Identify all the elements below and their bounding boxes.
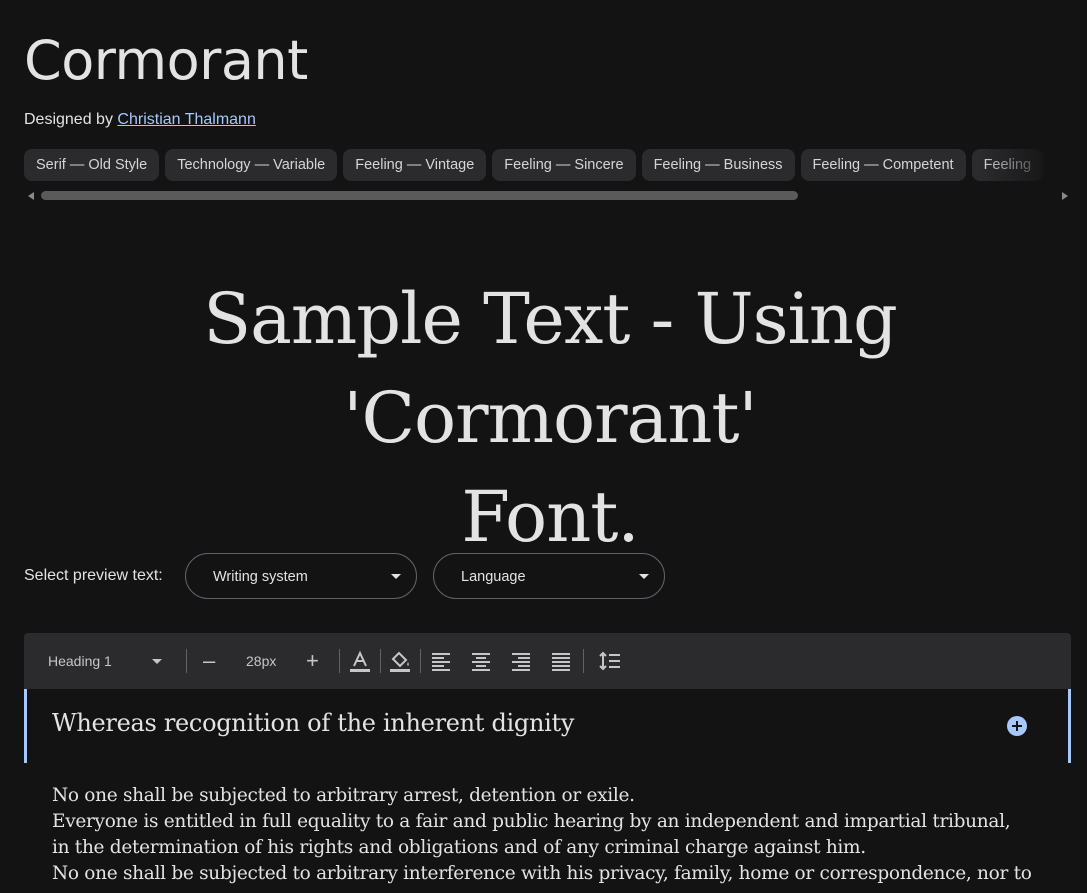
editor-heading-block[interactable]: Whereas recognition of the inherent dign… <box>24 689 1071 763</box>
line-height-icon[interactable] <box>598 649 622 673</box>
toolbar-divider <box>380 649 381 673</box>
align-justify-icon[interactable] <box>549 649 573 673</box>
toolbar-divider <box>583 649 584 673</box>
editor-body[interactable]: No one shall be subjected to arbitrary a… <box>52 783 1052 887</box>
editor-body-line: No one shall be subjected to arbitrary i… <box>52 863 1032 884</box>
tag-chip[interactable]: Technology — Variable <box>165 149 338 181</box>
editor-heading[interactable]: Whereas recognition of the inherent dign… <box>52 709 574 737</box>
editor-body-line: Everyone is entitled in full equality to… <box>52 811 1011 832</box>
editor-body-line: No one shall be subjected to arbitrary a… <box>52 785 635 806</box>
sample-text: Sample Text - Using 'Cormorant' Font. <box>0 270 1087 567</box>
font-size-value: 28px <box>246 653 277 669</box>
tag-chip[interactable]: Serif — Old Style <box>24 149 160 181</box>
chevron-down-icon <box>391 574 401 579</box>
add-circle-icon[interactable] <box>1006 715 1028 737</box>
increase-size-button[interactable]: + <box>306 633 319 689</box>
chevron-down-icon <box>639 574 649 579</box>
highlight-color-icon[interactable] <box>388 649 412 673</box>
align-left-icon[interactable] <box>429 649 453 673</box>
tag-chip[interactable]: Feeling — Vintage <box>343 149 487 181</box>
editor-toolbar: Heading 1 – 28px + <box>24 633 1071 689</box>
scroll-right-arrow-icon[interactable] <box>1062 192 1068 200</box>
tag-chip[interactable]: Feeling — Business <box>641 149 795 181</box>
chevron-down-icon[interactable] <box>152 659 162 664</box>
editor-body-line: in the determination of his rights and o… <box>52 837 866 858</box>
tag-chip[interactable]: Feeling — Competent <box>800 149 966 181</box>
preview-label: Select preview text: <box>24 567 163 584</box>
sample-text-line-1: Sample Text - Using 'Cormorant' <box>203 278 898 459</box>
writing-system-select[interactable]: Writing system <box>185 553 417 599</box>
tag-chip[interactable]: Feeling — Sincere <box>492 149 636 181</box>
font-title: Cormorant <box>24 29 308 92</box>
scroll-thumb[interactable] <box>41 191 798 200</box>
align-center-icon[interactable] <box>469 649 493 673</box>
decrease-size-button[interactable]: – <box>203 633 215 689</box>
designer-link[interactable]: Christian Thalmann <box>117 111 255 128</box>
toolbar-divider <box>186 649 187 673</box>
tag-scrollbar[interactable] <box>24 189 1071 203</box>
designed-by-label: Designed by <box>24 111 113 128</box>
toolbar-divider <box>339 649 340 673</box>
align-right-icon[interactable] <box>509 649 533 673</box>
language-label: Language <box>461 569 526 585</box>
toolbar-divider <box>420 649 421 673</box>
tag-chip[interactable]: Feeling <box>971 149 1044 181</box>
text-color-icon[interactable] <box>348 649 372 673</box>
language-select[interactable]: Language <box>433 553 665 599</box>
preview-editor: Heading 1 – 28px + Whereas recognition o… <box>24 633 1071 893</box>
scroll-left-arrow-icon[interactable] <box>28 192 34 200</box>
tag-list: Serif — Old Style Technology — Variable Fe… <box>24 149 1071 183</box>
text-style-select[interactable]: Heading 1 <box>48 633 112 689</box>
designer-line: Designed by Christian Thalmann <box>24 111 256 129</box>
writing-system-label: Writing system <box>213 569 308 585</box>
